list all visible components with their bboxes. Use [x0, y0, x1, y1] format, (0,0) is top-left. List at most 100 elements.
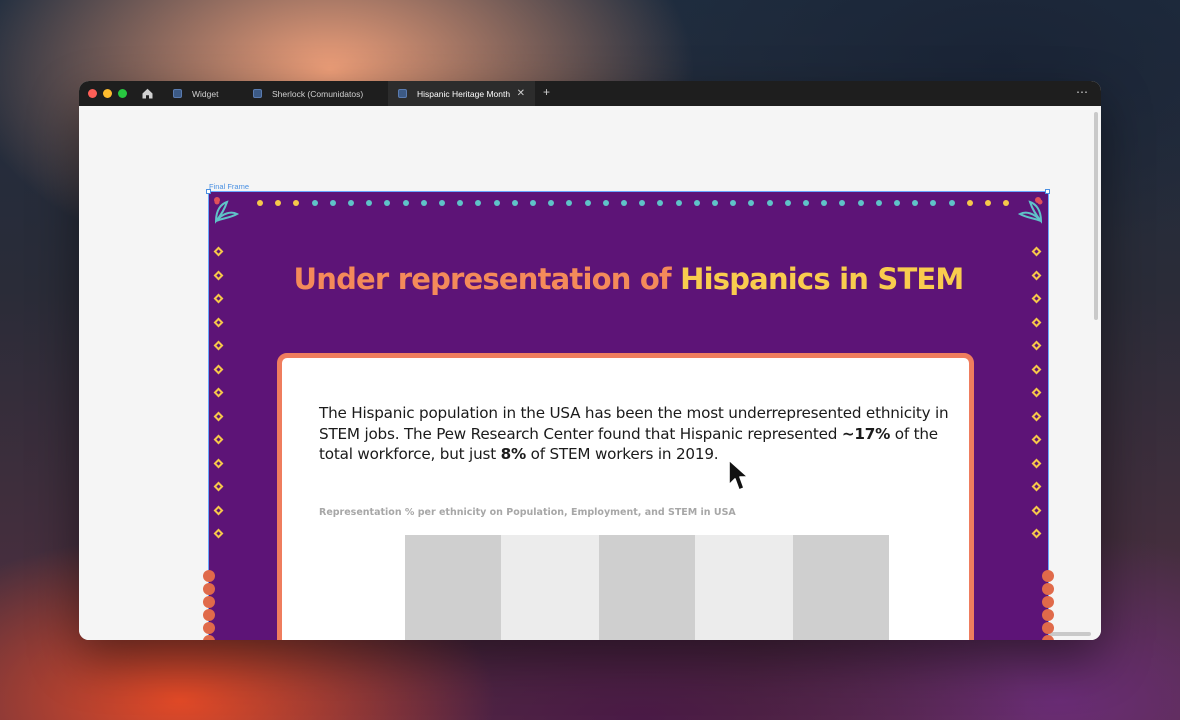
border-dot [584, 200, 591, 206]
chart-column-band [501, 535, 599, 640]
chart-placeholder[interactable] [405, 535, 889, 640]
paragraph-bold-value: 8% [500, 445, 527, 463]
border-dot [348, 200, 354, 206]
frame-label[interactable]: Final Frame [209, 182, 249, 191]
border-dot [548, 200, 555, 206]
close-icon[interactable]: ✕ [517, 88, 525, 99]
tab-label: Sherlock (Comunidatos) [272, 88, 364, 99]
heading-highlight-text: Hispanics in STEM [680, 262, 964, 296]
chart-column-band [405, 535, 501, 640]
border-diamond [213, 481, 224, 492]
border-dot [475, 200, 482, 206]
tab-label: Widget [192, 88, 219, 99]
heading-orange-text: Under representation of [293, 262, 681, 296]
border-scallop [203, 570, 215, 582]
border-diamond [213, 317, 224, 327]
home-icon[interactable] [141, 87, 154, 100]
new-tab-button[interactable]: + [543, 85, 550, 99]
border-dot [712, 200, 718, 206]
border-diamond [213, 387, 224, 398]
close-window-button[interactable] [88, 89, 97, 98]
border-diamond [1031, 458, 1042, 468]
chart-title[interactable]: Representation % per ethnicity on Popula… [319, 507, 736, 518]
border-dot [948, 200, 955, 206]
border-dot [402, 200, 409, 206]
border-dot [420, 200, 427, 206]
border-scallop [1042, 609, 1054, 621]
chart-column-band [695, 535, 793, 640]
figma-file-icon [173, 89, 182, 98]
border-diamond [213, 411, 224, 421]
border-dot [1003, 200, 1010, 206]
border-dot [875, 200, 882, 206]
border-diamond [1031, 317, 1042, 327]
border-diamond [1031, 528, 1042, 539]
border-diamond [1031, 505, 1042, 515]
border-dot [930, 200, 937, 206]
browser-window: Widget Sherlock (Comunidatos) Hispanic H… [79, 81, 1101, 640]
border-dot [566, 200, 573, 206]
design-heading[interactable]: Under representation of Hispanics in STE… [209, 262, 1048, 296]
chart-column-band [793, 535, 889, 640]
content-card[interactable]: The Hispanic population in the USA has b… [277, 353, 974, 640]
border-dot [602, 200, 609, 206]
design-canvas[interactable]: Final Frame Under representation of Hisp… [79, 106, 1101, 640]
vertical-scrollbar[interactable] [1094, 112, 1098, 320]
border-dot [675, 200, 682, 206]
border-scallop [1042, 583, 1054, 595]
mouse-cursor-icon [728, 459, 749, 491]
chart-column-band [599, 535, 695, 640]
tab-sherlock[interactable]: Sherlock (Comunidatos) [243, 81, 391, 106]
border-dot [214, 197, 220, 203]
border-dot [639, 200, 646, 206]
border-dot [784, 200, 791, 206]
paragraph-text: of STEM workers in 2019. [526, 445, 719, 463]
final-frame[interactable]: Under representation of Hispanics in STE… [203, 189, 1054, 640]
border-dot [493, 200, 500, 206]
paragraph-bold-value: ~17% [841, 424, 891, 443]
border-scallop [1042, 596, 1054, 608]
selection-handle[interactable] [206, 189, 211, 194]
border-diamond [213, 246, 224, 257]
border-dot [803, 200, 809, 206]
tab-widget[interactable]: Widget [163, 81, 241, 106]
border-diamond [213, 340, 224, 351]
border-dot [966, 200, 973, 206]
border-dot [894, 200, 900, 206]
border-diamond [213, 458, 224, 468]
border-dot [329, 200, 336, 206]
border-dot [766, 200, 773, 206]
border-diamond [213, 434, 224, 445]
border-diamond [1031, 364, 1042, 374]
border-diamond [1031, 387, 1042, 398]
border-dot [275, 200, 282, 206]
border-scallop [1042, 622, 1054, 634]
minimize-window-button[interactable] [103, 89, 112, 98]
border-dot [912, 200, 919, 206]
border-diamond [1031, 434, 1042, 445]
zoom-window-button[interactable] [118, 89, 127, 98]
border-diamond [213, 528, 224, 539]
title-bar: Widget Sherlock (Comunidatos) Hispanic H… [79, 81, 1101, 106]
border-dot [293, 200, 300, 206]
border-dot [366, 200, 373, 206]
tab-label: Hispanic Heritage Month [417, 88, 511, 99]
tab-hispanic-heritage-month[interactable]: Hispanic Heritage Month ✕ [388, 81, 535, 106]
border-dot [621, 200, 627, 206]
border-diamond [1031, 481, 1042, 492]
border-dot [384, 200, 391, 206]
border-scallop [203, 583, 215, 595]
intro-paragraph[interactable]: The Hispanic population in the USA has b… [319, 403, 959, 465]
more-icon[interactable]: ⋯ [1076, 85, 1089, 99]
selection-handle[interactable] [1045, 189, 1050, 194]
border-dot [821, 200, 828, 206]
figma-file-icon [253, 89, 262, 98]
border-diamond [1031, 246, 1042, 257]
border-dot [457, 200, 464, 206]
border-dot [857, 200, 864, 206]
border-scallop [1042, 570, 1054, 582]
border-dot [748, 200, 755, 206]
figma-file-icon [398, 89, 407, 98]
border-dot [257, 200, 263, 206]
border-diamond [213, 364, 224, 374]
